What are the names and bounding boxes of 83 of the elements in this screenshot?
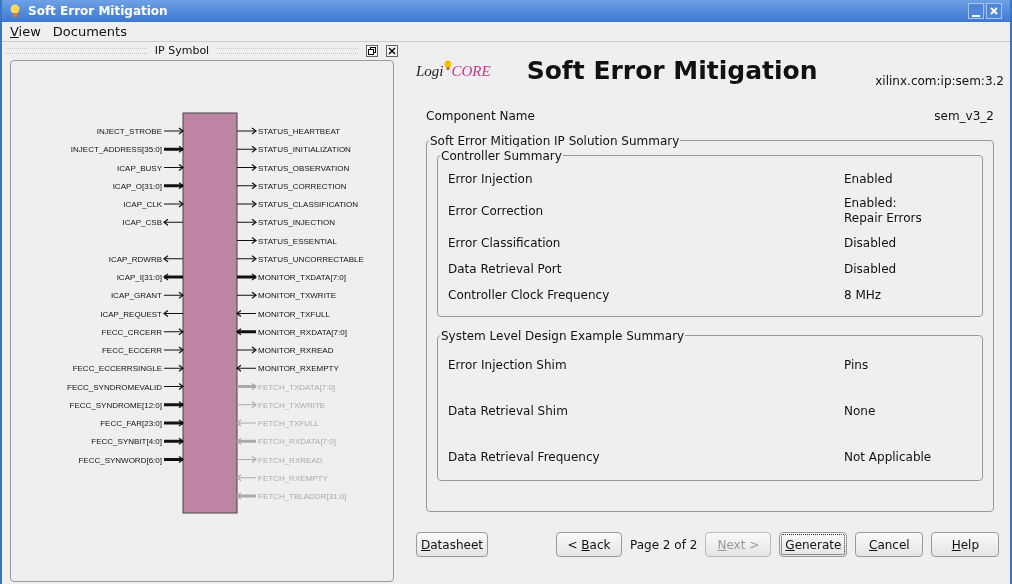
summary-value: Disabled [844, 261, 897, 277]
port-label: FECC_FAR[23:0] [100, 419, 162, 428]
summary-value: Pins [844, 357, 869, 373]
port-label: STATUS_CLASSIFICATION [258, 200, 358, 209]
summary-value: Enabled: Repair Errors [844, 196, 922, 226]
summary-value: Disabled [844, 235, 897, 251]
port-label: FETCH_RXDATA[7:0] [258, 437, 336, 447]
summary-label: Data Retrieval Frequency [448, 449, 601, 466]
field-value: sem_v3_2 [934, 108, 994, 125]
group-title: System Level Design Example Summary [440, 327, 686, 345]
port-label: MONITOR_TXWRITE [258, 291, 337, 301]
port-label: FECC_CRCERR [101, 327, 162, 337]
dialog-button[interactable]: < Back [556, 532, 622, 557]
restore-icon [368, 47, 376, 55]
summary-label: Error Correction [448, 203, 545, 220]
summary-label: Data Retrieval Shim [448, 403, 569, 420]
port-label: STATUS_INITIALIZATION [258, 145, 351, 155]
port-label: FETCH_RXEMPTY [258, 473, 328, 483]
group-title: Soft Error Mitigation IP Solution Summary [429, 132, 681, 150]
port-label: MONITOR_RXEMPTY [258, 364, 339, 374]
port-label: STATUS_OBSERVATION [258, 163, 350, 173]
port-label: FETCH_RXREAD [258, 455, 323, 465]
port-label: FECC_SYNDROME[12:0] [69, 400, 162, 410]
close-icon [990, 7, 998, 15]
port-label: FECC_SYNDROMEVALID [67, 382, 162, 392]
port-label: FECC_ECCERRSINGLE [72, 364, 162, 374]
port-label: ICAP_I[31:0] [116, 273, 162, 282]
summary-value: None [844, 403, 876, 419]
port-label: MONITOR_TXFULL [258, 309, 330, 319]
port-label: ICAP_CSB [122, 218, 162, 228]
float-button[interactable] [366, 45, 378, 57]
summary-value: Enabled [844, 171, 893, 187]
port-label: FETCH_TBLADDR[31:0] [258, 492, 347, 501]
port-label: MONITOR_RXDATA[7:0] [258, 327, 347, 337]
summary-label: Error Injection [448, 171, 534, 188]
minimize-icon [972, 14, 980, 18]
port-label: ICAP_BUSY [117, 163, 162, 173]
lightbulb-icon [443, 60, 452, 71]
port-label: MONITOR_TXDATA[7:0] [258, 273, 346, 282]
menu-item[interactable]: View [10, 21, 41, 42]
menu-item[interactable]: Documents [52, 21, 127, 42]
summary-value: 8 MHz [844, 287, 882, 303]
summary-label: Error Classification [448, 235, 562, 252]
port-label: FECC_SYNBIT[4:0] [91, 437, 162, 447]
summary-label: Data Retrieval Port [448, 261, 563, 278]
port-label: MONITOR_RXREAD [258, 346, 334, 355]
page-title: Soft Error Mitigation [526, 55, 818, 88]
panel-title: IP Symbol [154, 42, 210, 59]
page-indicator: Page 2 of 2 [630, 536, 698, 554]
port-label: INJECT_STROBE [96, 127, 162, 136]
core-identifier: xilinx.com:ip:sem:3.2 [875, 73, 1004, 90]
port-label: FETCH_TXWRITE [258, 400, 326, 410]
datasheet-button[interactable]: Datasheet [416, 532, 488, 557]
port-label: FECC_ECCERR [102, 346, 162, 355]
port-label: FETCH_TXDATA[7:0] [258, 382, 336, 392]
port-label: STATUS_INJECTION [258, 218, 336, 228]
summary-label: Error Injection Shim [448, 357, 568, 374]
port-label: ICAP_RDWRB [108, 254, 162, 264]
logo-text: CORE [451, 61, 491, 81]
port-label: INJECT_ADDRESS[35:0] [70, 145, 162, 155]
dialog-button[interactable]: Cancel [855, 532, 924, 557]
port-label: ICAP_O[31:0] [112, 181, 162, 191]
close-icon [388, 47, 396, 55]
port-label: FETCH_TXFULL [258, 419, 319, 428]
minimize-button[interactable] [968, 3, 984, 19]
port-label: FECC_SYNWORD[6:0] [78, 455, 162, 465]
port-label: STATUS_CORRECTION [258, 181, 347, 191]
window-title: Soft Error Mitigation [28, 3, 168, 20]
port-label: STATUS_UNCORRECTABLE [258, 254, 364, 264]
group-title: Controller Summary [440, 147, 563, 165]
port-label: ICAP_GRANT [110, 291, 162, 301]
port-label: STATUS_ESSENTIAL [258, 236, 337, 246]
field-label: Component Name [426, 108, 535, 125]
close-button[interactable] [386, 45, 398, 57]
port-label: ICAP_REQUEST [100, 309, 162, 319]
summary-value: Not Applicable [844, 449, 932, 465]
port-label: STATUS_HEARTBEAT [258, 127, 341, 136]
dialog-button[interactable]: Help [931, 532, 1000, 557]
lightbulb-icon [10, 4, 20, 18]
port-label: ICAP_CLK [123, 200, 162, 209]
summary-label: Controller Clock Frequency [448, 287, 611, 304]
dialog-button[interactable]: Generate [779, 532, 848, 557]
logo-text: Logi [416, 61, 444, 81]
